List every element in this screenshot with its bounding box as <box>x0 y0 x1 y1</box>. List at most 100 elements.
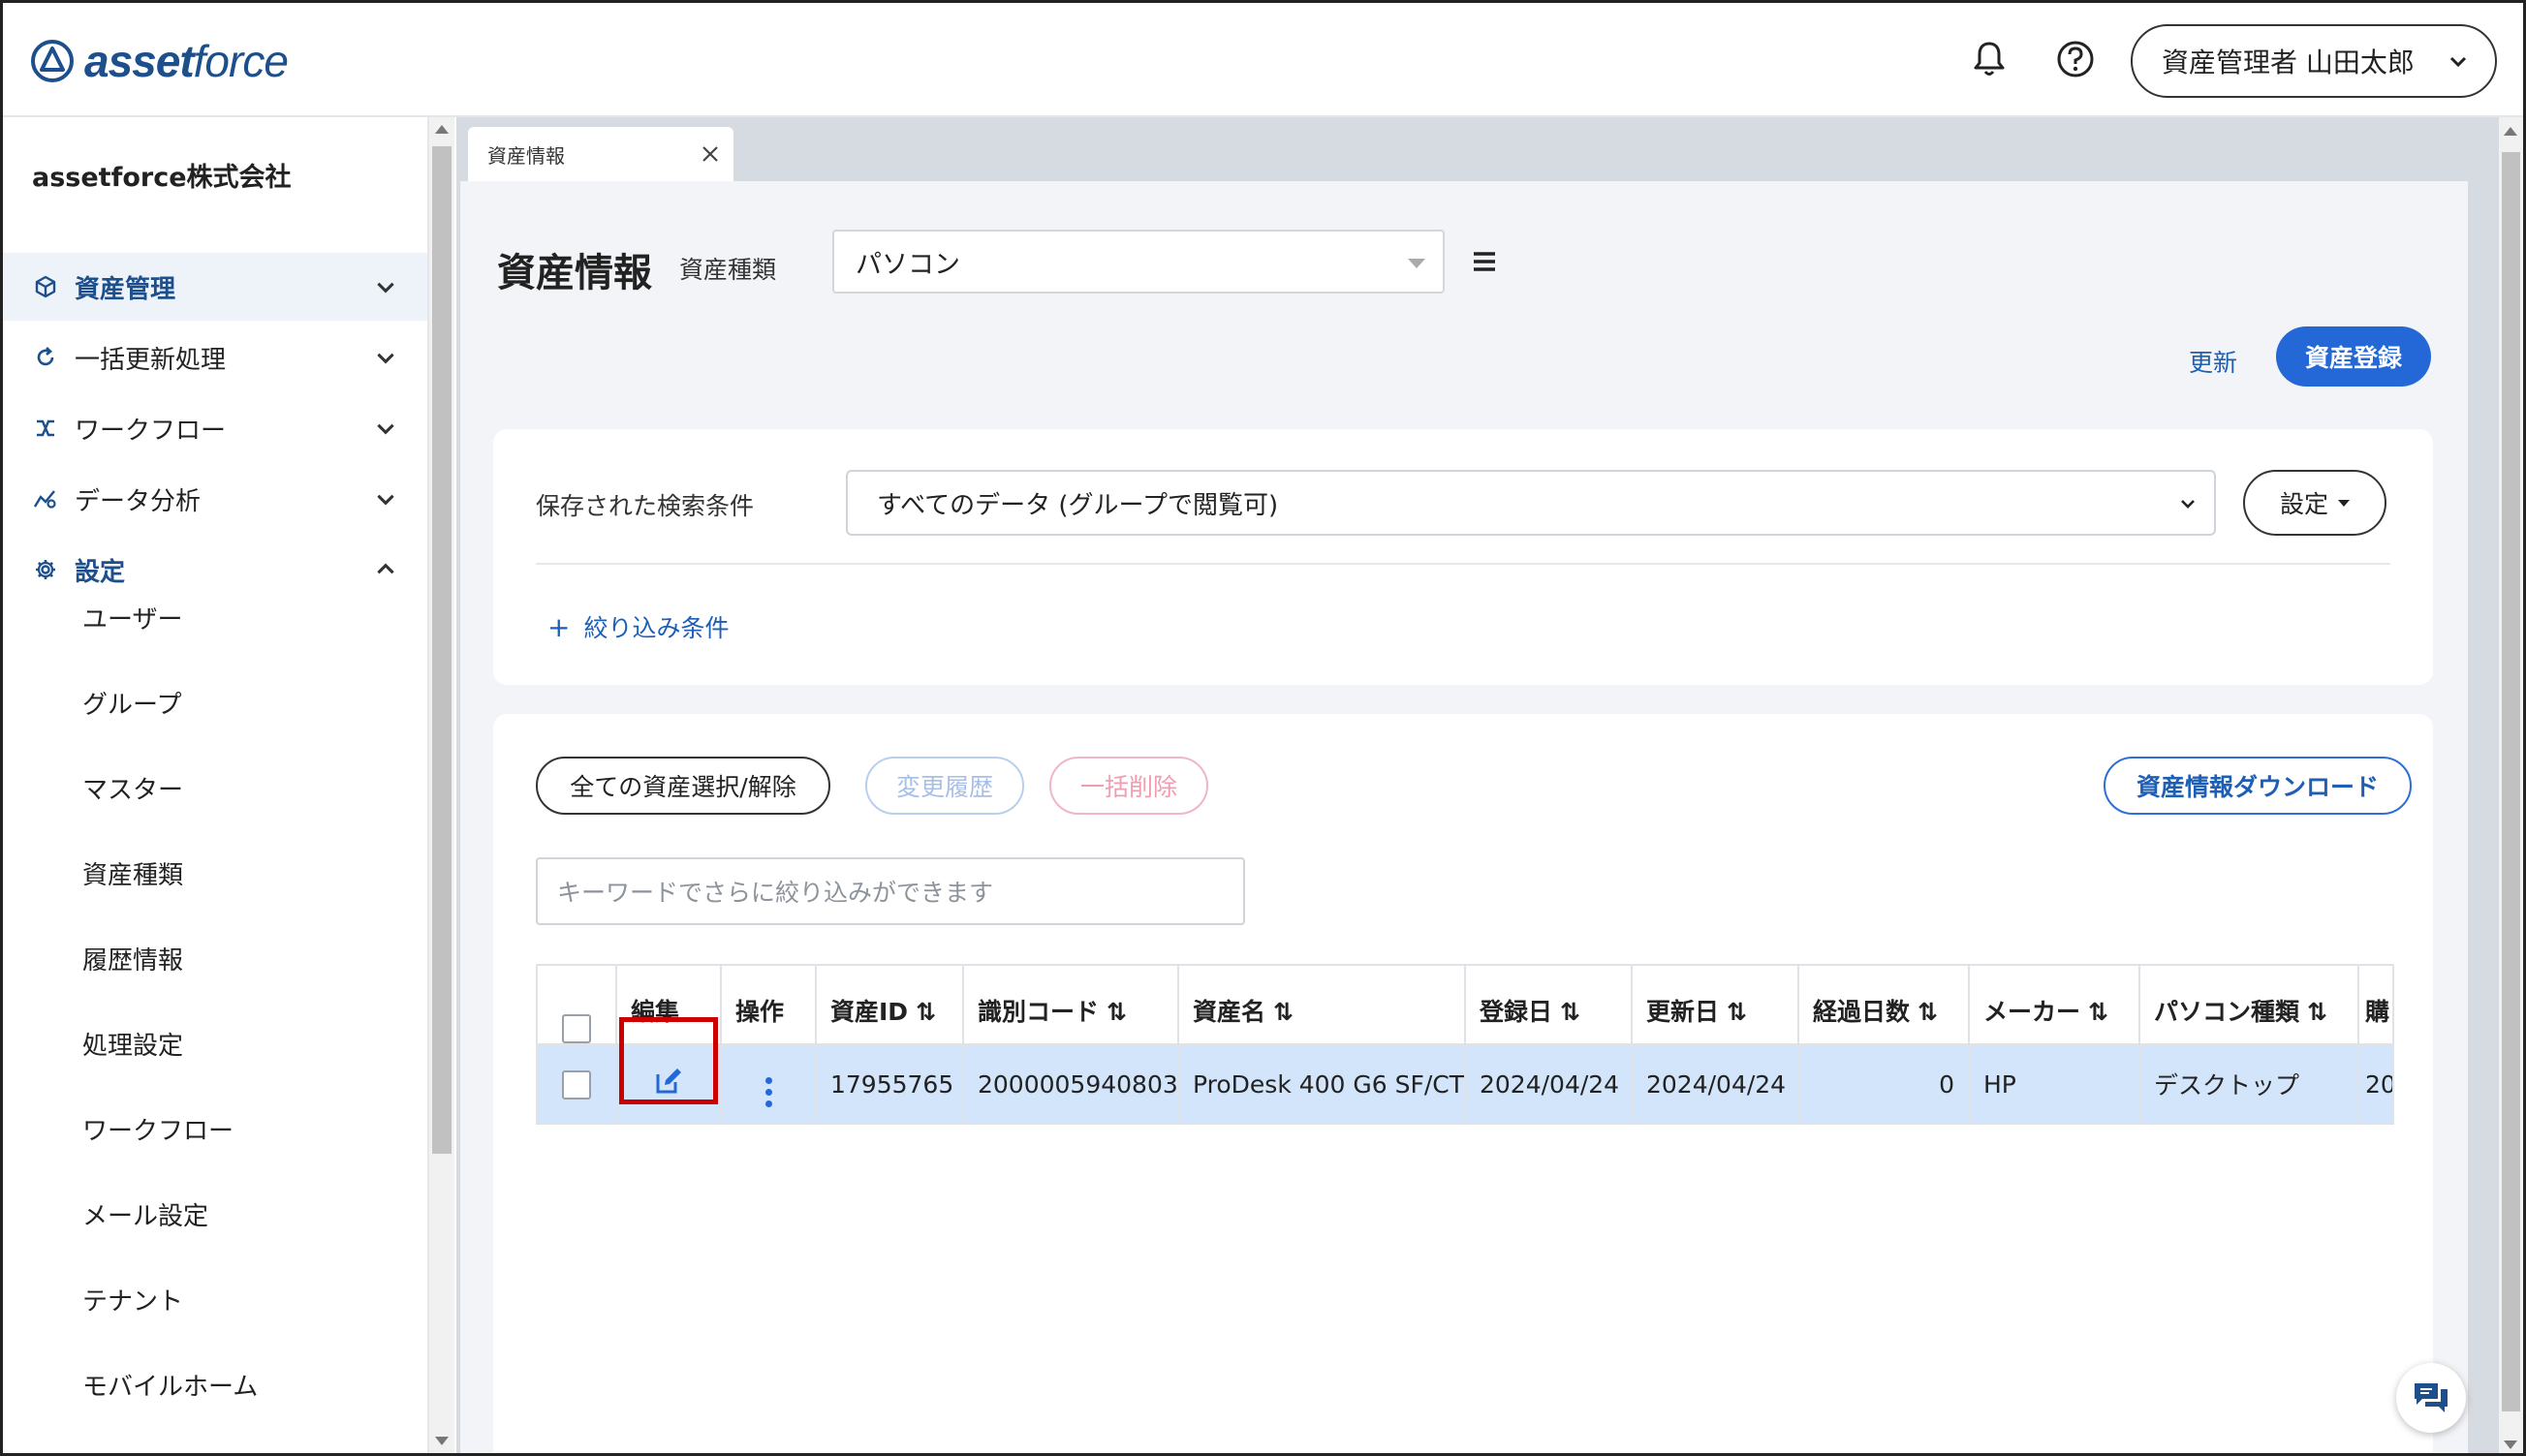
column-header-pc-type[interactable]: パソコン種類 ⇅ <box>2138 964 2359 1045</box>
sort-icon[interactable]: ⇅ <box>2307 998 2327 1026</box>
scroll-up-arrow-icon[interactable] <box>2504 127 2517 136</box>
chat-support-button[interactable] <box>2396 1363 2466 1433</box>
sidebar-item-workflow[interactable]: ワークフロー <box>3 394 427 462</box>
chevron-down-icon <box>2181 500 2195 509</box>
chevron-down-icon <box>377 353 394 364</box>
tab-label: 資産情報 <box>487 143 565 168</box>
sidebar-subitem-mobile-home[interactable]: モバイルホーム <box>82 1367 258 1403</box>
chevron-up-icon <box>377 563 394 574</box>
asset-type-select[interactable]: パソコン <box>832 230 1445 294</box>
saved-search-value: すべてのデータ (グループで閲覧可) <box>877 490 1279 520</box>
saved-search-select[interactable]: すべてのデータ (グループで閲覧可) <box>846 470 2216 536</box>
workflow-icon <box>32 415 59 442</box>
column-header-elapsed-days[interactable]: 経過日数 ⇅ <box>1797 964 1970 1045</box>
sidebar-item-bulk-update[interactable]: 一括更新処理 <box>3 324 427 391</box>
column-header-updated[interactable]: 更新日 ⇅ <box>1631 964 1799 1045</box>
chevron-down-icon <box>377 423 394 435</box>
register-asset-button[interactable]: 資産登録 <box>2276 326 2431 387</box>
column-header-asset-id[interactable]: 資産ID ⇅ <box>815 964 964 1045</box>
notification-bell-icon[interactable] <box>1966 36 2012 82</box>
sidebar: assetforce株式会社 資産管理 一括更新処理 ワークフロー データ分析 … <box>3 117 429 1453</box>
sort-icon[interactable]: ⇅ <box>1560 998 1580 1026</box>
refresh-link[interactable]: 更新 <box>2189 344 2237 379</box>
help-icon[interactable] <box>2052 36 2099 82</box>
chevron-down-icon <box>377 494 394 506</box>
logo-mark-icon <box>31 40 74 82</box>
column-header-action: 操作 <box>720 964 817 1045</box>
plus-icon: + <box>547 610 571 643</box>
sidebar-subitem-history[interactable]: 履歴情報 <box>82 941 183 976</box>
hamburger-menu-icon[interactable] <box>1468 245 1501 278</box>
sidebar-item-asset-management[interactable]: 資産管理 <box>3 253 427 321</box>
more-vertical-icon[interactable] <box>764 1076 772 1107</box>
sort-icon[interactable]: ⇅ <box>2088 998 2108 1026</box>
select-all-button[interactable]: 全ての資産選択/解除 <box>536 757 830 815</box>
chevron-down-icon <box>377 282 394 294</box>
cell-asset-id: 17955765 <box>815 1043 964 1125</box>
column-header-registered[interactable]: 登録日 ⇅ <box>1464 964 1633 1045</box>
search-settings-button[interactable]: 設定 <box>2243 470 2386 536</box>
download-asset-info-button[interactable]: 資産情報ダウンロード <box>2104 757 2412 815</box>
chat-icon <box>2415 1383 2448 1412</box>
main-area: 資産情報 資産情報 資産種類 パソコン 更新 資産登録 保存された検索条件 すべ… <box>456 117 2499 1453</box>
sidebar-scrollbar[interactable] <box>429 117 454 1453</box>
chevron-down-icon <box>2449 56 2467 68</box>
company-name: assetforce株式会社 <box>32 163 292 193</box>
sort-icon[interactable]: ⇅ <box>916 998 936 1026</box>
column-header-maker[interactable]: メーカー ⇅ <box>1968 964 2140 1045</box>
sidebar-subitem-groups[interactable]: グループ <box>82 685 181 721</box>
table-header-row: 編集 操作 資産ID ⇅ 識別コード ⇅ 資産名 ⇅ 登録日 ⇅ 更新日 ⇅ 経過日数 ⇅ … <box>536 964 2394 1045</box>
cell-asset-name: ProDesk 400 G6 SF/CT <box>1177 1043 1466 1125</box>
sidebar-subitem-users[interactable]: ユーザー <box>82 600 182 635</box>
app-window: assetforce 資産管理者 山田太郎 assetforce株式会社 資産管… <box>0 0 2526 1456</box>
action-cell <box>720 1043 817 1125</box>
sort-icon[interactable]: ⇅ <box>1107 998 1127 1026</box>
scroll-up-arrow-icon[interactable] <box>435 125 449 134</box>
sidebar-subitem-tenant[interactable]: テナント <box>82 1282 183 1317</box>
settings-label: 設定 <box>2279 490 2328 518</box>
cell-elapsed-days: 0 <box>1797 1043 1970 1125</box>
keyword-search-input[interactable]: キーワードでさらに絞り込みができます <box>536 857 1245 925</box>
sidebar-item-label: 資産管理 <box>75 274 176 304</box>
page-scrollbar[interactable] <box>2499 117 2523 1453</box>
sidebar-item-settings[interactable]: 設定 <box>3 536 427 604</box>
close-icon[interactable] <box>701 144 720 164</box>
tab-asset-info[interactable]: 資産情報 <box>468 127 733 181</box>
row-checkbox[interactable] <box>562 1069 591 1100</box>
edit-icon-highlight-box <box>619 1017 718 1104</box>
sort-icon[interactable]: ⇅ <box>1273 998 1294 1026</box>
scrollbar-thumb[interactable] <box>432 146 452 1154</box>
scroll-down-arrow-icon[interactable] <box>2504 1441 2517 1449</box>
scrollbar-thumb[interactable] <box>2502 152 2520 1411</box>
logo[interactable]: assetforce <box>30 30 289 92</box>
scroll-down-arrow-icon[interactable] <box>435 1437 449 1445</box>
asset-table: 編集 操作 資産ID ⇅ 識別コード ⇅ 資産名 ⇅ 登録日 ⇅ 更新日 ⇅ 経過日数 ⇅ … <box>536 964 2394 1125</box>
column-header-asset-name[interactable]: 資産名 ⇅ <box>1177 964 1466 1045</box>
sort-icon[interactable]: ⇅ <box>1727 998 1747 1026</box>
sidebar-item-data-analysis[interactable]: データ分析 <box>3 465 427 533</box>
bulk-delete-button[interactable]: 一括削除 <box>1049 757 1208 815</box>
sidebar-subitem-master[interactable]: マスター <box>82 770 183 806</box>
sidebar-subitem-mail-settings[interactable]: メール設定 <box>82 1196 208 1232</box>
cell-registered: 2024/04/24 <box>1464 1043 1633 1125</box>
sidebar-item-label: 設定 <box>75 557 126 587</box>
asset-type-label: 資産種類 <box>679 256 777 284</box>
user-menu-button[interactable]: 資産管理者 山田太郎 <box>2131 24 2497 98</box>
add-filter-link[interactable]: + 絞り込み条件 <box>547 609 729 644</box>
sidebar-subitem-asset-types[interactable]: 資産種類 <box>82 855 183 891</box>
search-conditions-card: 保存された検索条件 すべてのデータ (グループで閲覧可) 設定 + 絞り込み条件 <box>493 429 2433 685</box>
column-header-truncated: 購 <box>2357 964 2394 1045</box>
sort-icon[interactable]: ⇅ <box>1918 998 1938 1026</box>
change-history-button[interactable]: 変更履歴 <box>865 757 1024 815</box>
caret-down-icon <box>2338 499 2350 507</box>
filter-label: 絞り込み条件 <box>583 614 730 642</box>
column-header-code[interactable]: 識別コード ⇅ <box>962 964 1179 1045</box>
cell-updated: 2024/04/24 <box>1631 1043 1799 1125</box>
cell-code: 2000005940803 <box>962 1043 1179 1125</box>
caret-down-icon <box>1408 259 1425 268</box>
table-row[interactable]: 17955765 2000005940803 ProDesk 400 G6 SF… <box>536 1043 2394 1125</box>
top-header: assetforce 資産管理者 山田太郎 <box>3 3 2523 117</box>
sidebar-subitem-process-settings[interactable]: 処理設定 <box>82 1026 183 1062</box>
select-all-checkbox[interactable] <box>562 1014 591 1042</box>
sidebar-subitem-workflow[interactable]: ワークフロー <box>82 1111 234 1147</box>
